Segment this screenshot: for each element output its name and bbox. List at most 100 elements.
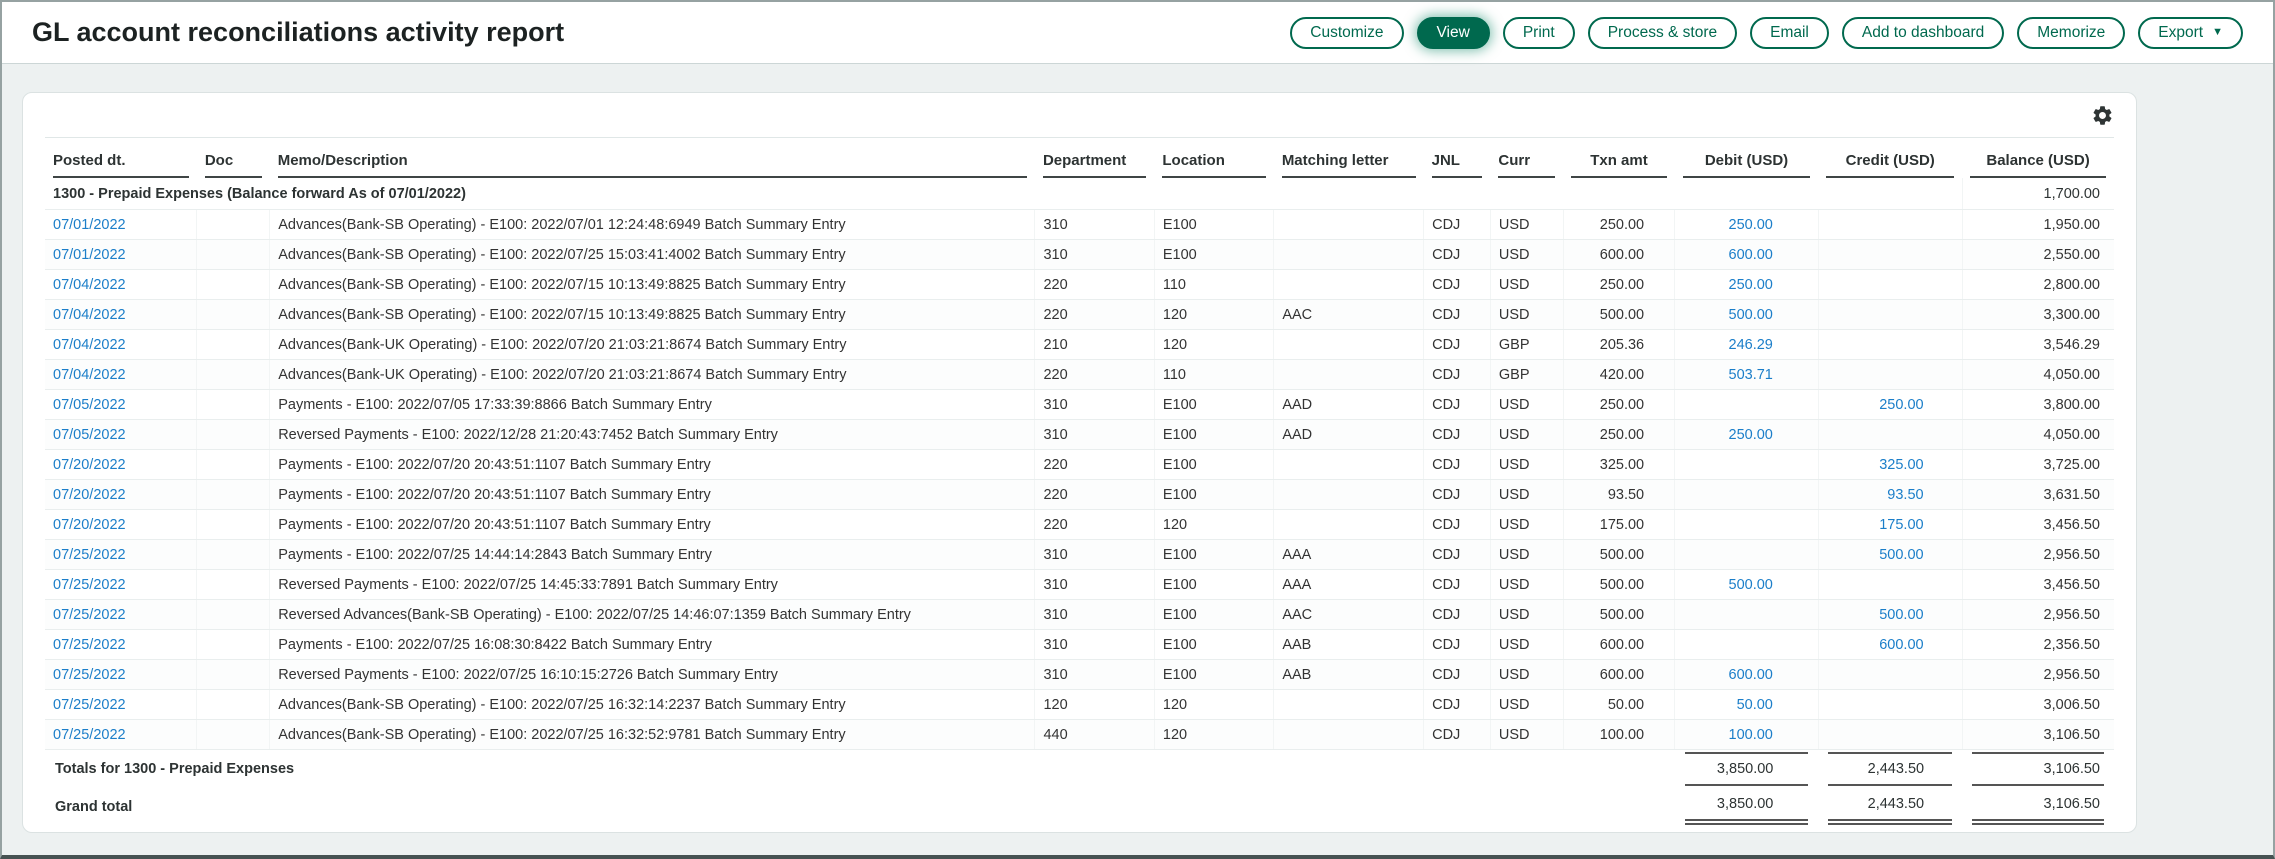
- memorize-button[interactable]: Memorize: [2017, 17, 2125, 49]
- cell-credit: [1818, 240, 1962, 270]
- posted-date-link[interactable]: 07/20/2022: [53, 517, 126, 533]
- posted-date-link[interactable]: 07/25/2022: [53, 577, 126, 593]
- cell-debit: 600.00: [1675, 240, 1819, 270]
- add-to-dashboard-button[interactable]: Add to dashboard: [1842, 17, 2004, 49]
- credit-amount-link[interactable]: 500.00: [1879, 547, 1923, 563]
- cell-txn: 500.00: [1563, 570, 1674, 600]
- posted-date-link[interactable]: 07/04/2022: [53, 277, 126, 293]
- view-button[interactable]: View: [1417, 17, 1490, 49]
- cell-department: 310: [1035, 630, 1154, 660]
- cell-credit: [1818, 270, 1962, 300]
- cell-debit: 600.00: [1675, 660, 1819, 690]
- cell-credit: [1818, 420, 1962, 450]
- cell-txn: 175.00: [1563, 510, 1674, 540]
- table-row: 07/04/2022Advances(Bank-SB Operating) - …: [45, 300, 2114, 330]
- export-button[interactable]: Export ▼: [2138, 17, 2243, 49]
- cell-memo: Payments - E100: 2022/07/20 20:43:51:110…: [270, 480, 1035, 510]
- debit-amount-link[interactable]: 500.00: [1729, 577, 1773, 593]
- cell-balance: 4,050.00: [1962, 420, 2114, 450]
- posted-date-link[interactable]: 07/05/2022: [53, 427, 126, 443]
- cell-posted: 07/25/2022: [45, 690, 197, 720]
- cell-credit: 93.50: [1818, 480, 1962, 510]
- cell-curr: USD: [1490, 210, 1563, 240]
- debit-amount-link[interactable]: 250.00: [1729, 427, 1773, 443]
- cell-location: E100: [1154, 390, 1273, 420]
- posted-date-link[interactable]: 07/01/2022: [53, 217, 126, 233]
- debit-amount-link[interactable]: 100.00: [1729, 727, 1773, 743]
- cell-department: 310: [1035, 540, 1154, 570]
- posted-date-link[interactable]: 07/25/2022: [53, 727, 126, 743]
- cell-location: E100: [1154, 210, 1273, 240]
- customize-button[interactable]: Customize: [1290, 17, 1403, 49]
- debit-amount-link[interactable]: 50.00: [1737, 697, 1773, 713]
- posted-date-link[interactable]: 07/25/2022: [53, 547, 126, 563]
- posted-date-link[interactable]: 07/25/2022: [53, 667, 126, 683]
- debit-amount-link[interactable]: 600.00: [1729, 667, 1773, 683]
- debit-amount-link[interactable]: 600.00: [1729, 247, 1773, 263]
- cell-memo: Reversed Payments - E100: 2022/07/25 14:…: [270, 570, 1035, 600]
- table-row: 07/01/2022Advances(Bank-SB Operating) - …: [45, 210, 2114, 240]
- credit-amount-link[interactable]: 93.50: [1887, 487, 1923, 503]
- posted-date-link[interactable]: 07/25/2022: [53, 637, 126, 653]
- credit-amount-link[interactable]: 600.00: [1879, 637, 1923, 653]
- cell-curr: USD: [1490, 540, 1563, 570]
- table-row: 07/04/2022Advances(Bank-UK Operating) - …: [45, 360, 2114, 390]
- cell-doc: [197, 630, 270, 660]
- debit-amount-link[interactable]: 500.00: [1729, 307, 1773, 323]
- posted-date-link[interactable]: 07/25/2022: [53, 607, 126, 623]
- cell-posted: 07/25/2022: [45, 570, 197, 600]
- process-store-button[interactable]: Process & store: [1588, 17, 1737, 49]
- cell-matching: AAB: [1274, 660, 1424, 690]
- cell-memo: Payments - E100: 2022/07/20 20:43:51:110…: [270, 450, 1035, 480]
- cell-posted: 07/25/2022: [45, 600, 197, 630]
- cell-balance: 3,006.50: [1962, 690, 2114, 720]
- table-row: 07/25/2022Advances(Bank-SB Operating) - …: [45, 720, 2114, 750]
- credit-amount-link[interactable]: 250.00: [1879, 397, 1923, 413]
- posted-date-link[interactable]: 07/05/2022: [53, 397, 126, 413]
- cell-txn: 50.00: [1563, 690, 1674, 720]
- credit-amount-link[interactable]: 500.00: [1879, 607, 1923, 623]
- cell-credit: [1818, 300, 1962, 330]
- posted-date-link[interactable]: 07/20/2022: [53, 487, 126, 503]
- cell-doc: [197, 420, 270, 450]
- cell-curr: USD: [1490, 450, 1563, 480]
- cell-jnl: CDJ: [1424, 330, 1491, 360]
- cell-location: E100: [1154, 630, 1273, 660]
- posted-date-link[interactable]: 07/04/2022: [53, 367, 126, 383]
- cell-debit: 503.71: [1675, 360, 1819, 390]
- debit-amount-link[interactable]: 246.29: [1729, 337, 1773, 353]
- posted-date-link[interactable]: 07/04/2022: [53, 307, 126, 323]
- cell-doc: [197, 360, 270, 390]
- gear-icon[interactable]: [2091, 104, 2114, 127]
- posted-date-link[interactable]: 07/01/2022: [53, 247, 126, 263]
- posted-date-link[interactable]: 07/25/2022: [53, 697, 126, 713]
- cell-department: 310: [1035, 600, 1154, 630]
- print-button[interactable]: Print: [1503, 17, 1575, 49]
- credit-amount-link[interactable]: 325.00: [1879, 457, 1923, 473]
- credit-amount-link[interactable]: 175.00: [1879, 517, 1923, 533]
- grand-total-debit: 3,850.00: [1675, 788, 1819, 826]
- column-header-memo: Memo/Description: [270, 138, 1035, 178]
- cell-credit: [1818, 720, 1962, 750]
- debit-amount-link[interactable]: 250.00: [1729, 217, 1773, 233]
- cell-credit: [1818, 690, 1962, 720]
- posted-date-link[interactable]: 07/04/2022: [53, 337, 126, 353]
- cell-curr: USD: [1490, 480, 1563, 510]
- cell-doc: [197, 270, 270, 300]
- cell-balance: 2,956.50: [1962, 600, 2114, 630]
- cell-jnl: CDJ: [1424, 300, 1491, 330]
- cell-location: 120: [1154, 720, 1273, 750]
- cell-posted: 07/04/2022: [45, 360, 197, 390]
- cell-txn: 420.00: [1563, 360, 1674, 390]
- cell-jnl: CDJ: [1424, 360, 1491, 390]
- cell-curr: USD: [1490, 510, 1563, 540]
- cell-matching: AAB: [1274, 630, 1424, 660]
- memorize-button-label: Memorize: [2037, 24, 2105, 42]
- cell-jnl: CDJ: [1424, 660, 1491, 690]
- debit-amount-link[interactable]: 503.71: [1729, 367, 1773, 383]
- email-button[interactable]: Email: [1750, 17, 1829, 49]
- posted-date-link[interactable]: 07/20/2022: [53, 457, 126, 473]
- cell-posted: 07/20/2022: [45, 450, 197, 480]
- debit-amount-link[interactable]: 250.00: [1729, 277, 1773, 293]
- column-header-curr: Curr: [1490, 138, 1563, 178]
